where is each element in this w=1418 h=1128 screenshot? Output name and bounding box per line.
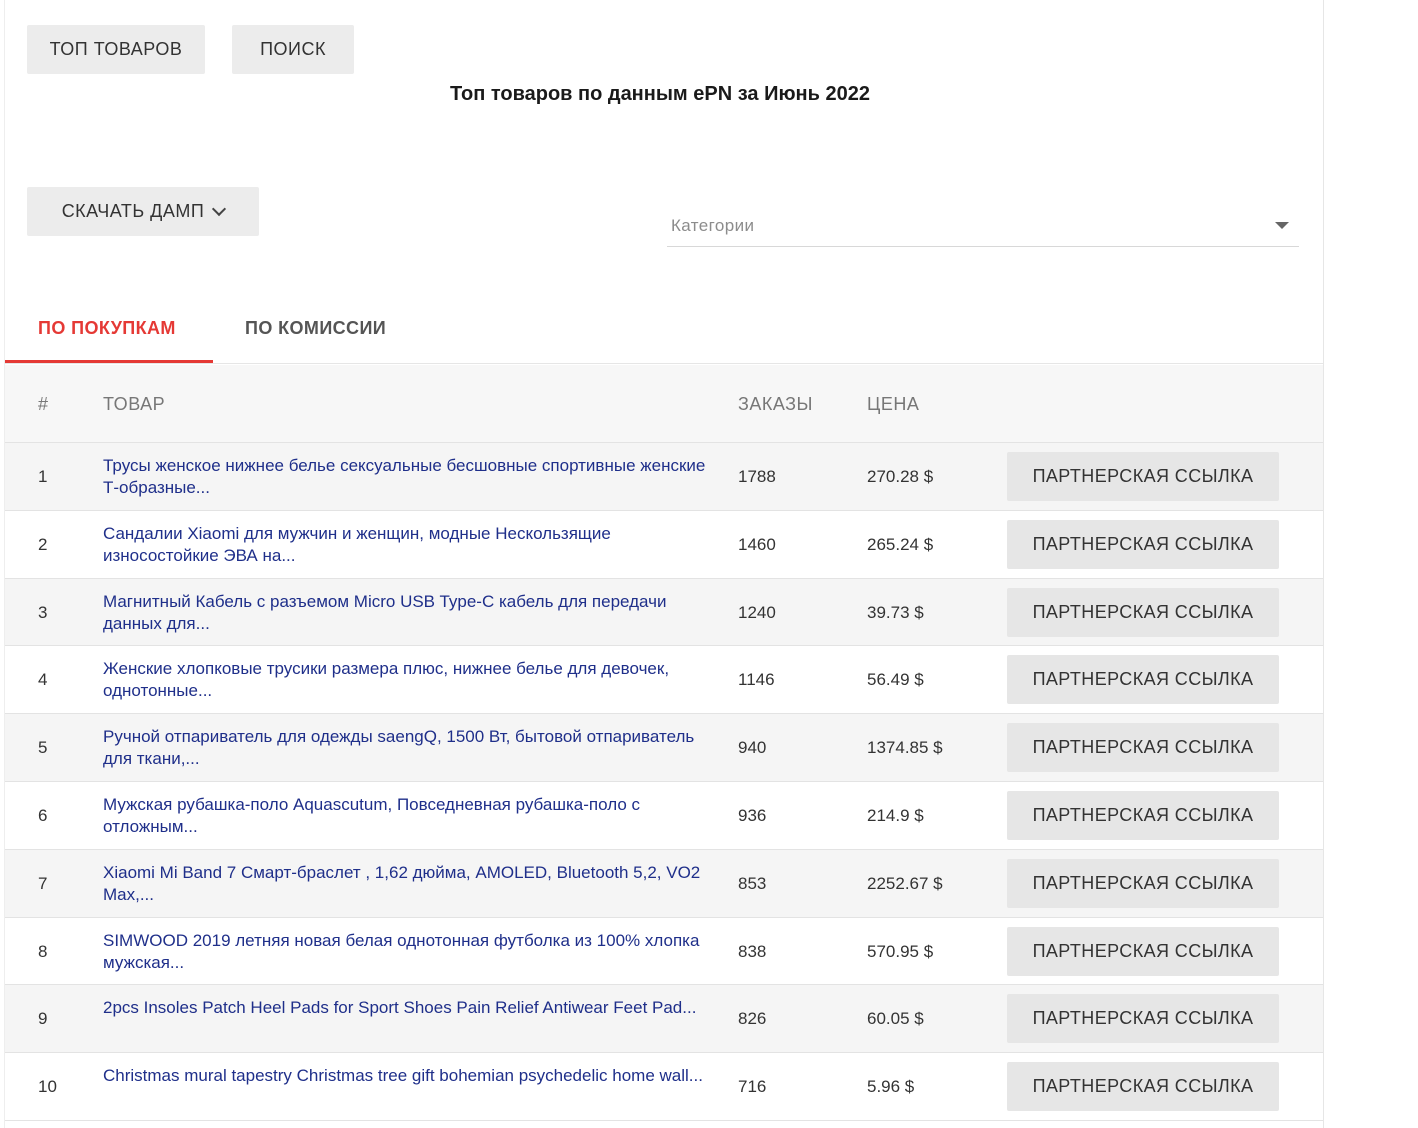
product-price: 60.05 $ (867, 1009, 924, 1029)
row-number: 8 (38, 941, 48, 961)
search-button[interactable]: ПОИСК (232, 25, 354, 74)
orders-count: 936 (738, 805, 767, 825)
product-link[interactable]: Xiaomi Mi Band 7 Смарт-браслет , 1,62 дю… (103, 862, 723, 906)
tab-by-purchases[interactable]: ПО ПОКУПКАМ (38, 318, 176, 339)
row-number: 10 (38, 1077, 57, 1097)
row-number: 6 (38, 805, 48, 825)
product-price: 2252.67 $ (867, 873, 943, 893)
tab-by-commission[interactable]: ПО КОМИССИИ (245, 318, 386, 339)
table-row: 10 Christmas mural tapestry Christmas tre… (5, 1053, 1323, 1121)
product-price: 570.95 $ (867, 941, 934, 961)
download-dump-button[interactable]: СКАЧАТЬ ДАМП (27, 187, 259, 236)
affiliate-link-button[interactable]: ПАРТНЕРСКАЯ ССЫЛКА (1007, 655, 1279, 705)
product-price: 270.28 $ (867, 467, 934, 486)
row-number: 9 (38, 1009, 48, 1029)
table-row: 1 Трусы женское нижнее белье сексуальные … (5, 443, 1323, 511)
table-row: 2 Сандалии Xiaomi для мужчин и женщин, мо… (5, 510, 1323, 579)
product-price: 39.73 $ (867, 602, 924, 622)
product-link[interactable]: Сандалии Xiaomi для мужчин и женщин, мод… (103, 523, 723, 567)
column-header-orders: ЗАКАЗЫ (738, 394, 813, 414)
column-header-number: # (38, 394, 49, 414)
table-row: 7 Xiaomi Mi Band 7 Смарт-браслет , 1,62 д… (5, 849, 1323, 918)
table-row: 6 Мужская рубашка-поло Aquascutum, Повсед… (5, 781, 1323, 850)
row-number: 1 (38, 467, 48, 486)
product-price: 265.24 $ (867, 534, 934, 554)
categories-select[interactable]: Категории (667, 206, 1299, 247)
orders-count: 1146 (738, 670, 775, 690)
chevron-down-icon (212, 201, 227, 216)
affiliate-link-button[interactable]: ПАРТНЕРСКАЯ ССЫЛКА (1007, 994, 1279, 1044)
product-price: 214.9 $ (867, 805, 924, 825)
orders-count: 1788 (738, 467, 776, 486)
affiliate-link-button[interactable]: ПАРТНЕРСКАЯ ССЫЛКА (1007, 1062, 1279, 1112)
products-table: # ТОВАР ЗАКАЗЫ ЦЕНА 1 Трусы женское нижне… (5, 365, 1323, 1121)
orders-count: 853 (738, 873, 767, 893)
tab-bar: ПО ПОКУПКАМ ПО КОМИССИИ (5, 300, 1323, 364)
main-panel: ТОП ТОВАРОВ ПОИСК Топ товаров по данным … (4, 0, 1324, 1128)
affiliate-link-button[interactable]: ПАРТНЕРСКАЯ ССЫЛКА (1007, 723, 1279, 773)
product-link[interactable]: Мужская рубашка-поло Aquascutum, Повседн… (103, 794, 723, 838)
download-dump-label: СКАЧАТЬ ДАМП (61, 201, 205, 221)
product-link[interactable]: Ручной отпариватель для одежды saengQ, 1… (103, 726, 723, 770)
affiliate-link-button[interactable]: ПАРТНЕРСКАЯ ССЫЛКА (1007, 519, 1279, 569)
orders-count: 826 (738, 1009, 767, 1029)
orders-count: 1460 (738, 534, 776, 554)
categories-placeholder: Категории (671, 216, 755, 235)
product-price: 1374.85 $ (867, 738, 943, 758)
row-number: 7 (38, 873, 48, 893)
table-row: 5 Ручной отпариватель для одежды saengQ, … (5, 714, 1323, 782)
product-link[interactable]: Christmas mural tapestry Christmas tree … (103, 1065, 723, 1087)
orders-count: 940 (738, 738, 767, 758)
table-row: 9 2pcs Insoles Patch Heel Pads for Sport … (5, 985, 1323, 1054)
page-title: Топ товаров по данным ePN за Июнь 2022 (450, 83, 870, 105)
product-link[interactable]: SIMWOOD 2019 летняя новая белая однотонн… (103, 930, 723, 974)
product-price: 5.96 $ (867, 1077, 915, 1097)
table-header: # ТОВАР ЗАКАЗЫ ЦЕНА (5, 365, 1323, 443)
product-link[interactable]: Женские хлопковые трусики размера плюс, … (103, 658, 723, 702)
affiliate-link-button[interactable]: ПАРТНЕРСКАЯ ССЫЛКА (1007, 926, 1279, 976)
orders-count: 716 (738, 1077, 767, 1097)
orders-count: 838 (738, 941, 767, 961)
affiliate-link-button[interactable]: ПАРТНЕРСКАЯ ССЫЛКА (1007, 858, 1279, 908)
affiliate-link-button[interactable]: ПАРТНЕРСКАЯ ССЫЛКА (1007, 452, 1279, 501)
table-row: 8 SIMWOOD 2019 летняя новая белая однотон… (5, 917, 1323, 986)
affiliate-link-button[interactable]: ПАРТНЕРСКАЯ ССЫЛКА (1007, 790, 1279, 840)
row-number: 3 (38, 602, 48, 622)
column-header-product: ТОВАР (103, 394, 166, 414)
caret-down-icon (1275, 222, 1289, 229)
top-products-button[interactable]: ТОП ТОВАРОВ (27, 25, 205, 74)
product-link[interactable]: Магнитный Кабель с разъемом Micro USB Ty… (103, 591, 723, 635)
orders-count: 1240 (738, 602, 776, 622)
product-link[interactable]: Трусы женское нижнее белье сексуальные б… (103, 455, 723, 499)
affiliate-link-button[interactable]: ПАРТНЕРСКАЯ ССЫЛКА (1007, 587, 1279, 637)
row-number: 5 (38, 738, 48, 758)
table-row: 3 Магнитный Кабель с разъемом Micro USB T… (5, 578, 1323, 647)
product-link[interactable]: 2pcs Insoles Patch Heel Pads for Sport S… (103, 997, 723, 1019)
table-body: 1 Трусы женское нижнее белье сексуальные … (5, 443, 1323, 1121)
product-price: 56.49 $ (867, 670, 924, 690)
row-number: 4 (38, 670, 48, 690)
column-header-price: ЦЕНА (867, 394, 920, 414)
table-row: 4 Женские хлопковые трусики размера плюс,… (5, 646, 1323, 715)
active-tab-indicator (5, 360, 213, 363)
row-number: 2 (38, 534, 48, 554)
